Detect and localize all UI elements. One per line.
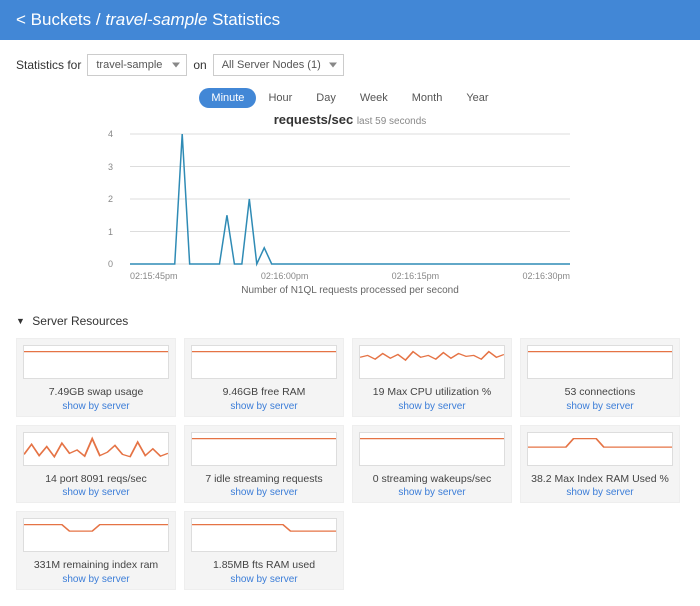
chevron-left-icon: < [16,10,26,29]
x-tick: 02:15:45pm [130,271,178,281]
on-label: on [193,58,206,72]
time-tab-minute[interactable]: Minute [199,88,256,108]
nodes-select-value: All Server Nodes (1) [222,59,321,71]
chevron-down-icon [172,63,180,68]
show-by-server-link[interactable]: show by server [23,401,169,412]
time-tab-year[interactable]: Year [454,88,500,108]
chart-title-sub: last 59 seconds [357,116,427,127]
resource-card[interactable]: 7.49GB swap usage show by server [16,338,176,417]
sparkline [191,432,337,466]
resource-card[interactable]: 38.2 Max Index RAM Used %show by server [520,425,680,504]
card-label: 0 streaming wakeups/sec [359,473,505,486]
show-by-server-link[interactable]: show by server [191,487,337,498]
chart-subcaption: Number of N1QL requests processed per se… [0,285,700,296]
card-label: 38.2 Max Index RAM Used % [527,473,673,486]
y-tick: 0 [108,259,113,269]
time-range-tabs: MinuteHourDayWeekMonthYear [0,88,700,108]
show-by-server-link[interactable]: show by server [359,487,505,498]
sparkline [527,345,673,379]
controls-row: Statistics for travel-sample on All Serv… [0,40,700,82]
show-by-server-link[interactable]: show by server [527,487,673,498]
y-tick: 1 [108,227,113,237]
stats-for-label: Statistics for [16,58,81,72]
sparkline [23,345,169,379]
x-tick: 02:16:30pm [522,271,570,281]
page-word: Statistics [212,10,280,29]
y-tick: 3 [108,162,113,172]
show-by-server-link[interactable]: show by server [191,574,337,585]
time-tab-day[interactable]: Day [304,88,348,108]
sparkline [23,432,169,466]
resource-card[interactable]: 53 connections show by server [520,338,680,417]
main-chart: 01234 02:15:45pm02:16:00pm02:16:15pm02:1… [120,129,580,279]
show-by-server-link[interactable]: show by server [191,401,337,412]
sparkline [23,518,169,552]
show-by-server-link[interactable]: show by server [23,574,169,585]
card-label: 9.46GB free RAM [191,386,337,399]
sparkline [359,432,505,466]
x-tick: 02:16:15pm [392,271,440,281]
resource-card[interactable]: 7 idle streaming requestsshow by server [184,425,344,504]
breadcrumb-sep: / [96,10,101,29]
show-by-server-link[interactable]: show by server [527,401,673,412]
bucket-select[interactable]: travel-sample [87,54,187,76]
chart-title-main: requests/sec [274,112,354,127]
bucket-select-value: travel-sample [96,59,162,71]
time-tab-week[interactable]: Week [348,88,400,108]
sparkline [191,345,337,379]
sparkline [191,518,337,552]
x-axis-ticks: 02:15:45pm 02:16:00pm 02:16:15pm 02:16:30pm [130,269,570,281]
card-label: 53 connections [527,386,673,399]
card-label: 7.49GB swap usage [23,386,169,399]
card-label: 14 port 8091 reqs/sec [23,473,169,486]
x-tick: 02:16:00pm [261,271,309,281]
chart-title: requests/sec last 59 seconds [0,112,700,127]
back-link[interactable]: < Buckets [16,10,96,29]
card-label: 7 idle streaming requests [191,473,337,486]
resource-card[interactable]: 0 streaming wakeups/secshow by server [352,425,512,504]
card-label: 1.85MB fts RAM used [191,559,337,572]
resource-card[interactable]: 331M remaining index ram show by server [16,511,176,590]
chart-svg [120,129,570,269]
chevron-down-icon [329,63,337,68]
show-by-server-link[interactable]: show by server [359,401,505,412]
sparkline [359,345,505,379]
nodes-select[interactable]: All Server Nodes (1) [213,54,344,76]
time-tab-hour[interactable]: Hour [256,88,304,108]
breadcrumb-header: < Buckets / travel-sample Statistics [0,0,700,40]
server-resources-toggle[interactable]: ▼ Server Resources [0,310,700,332]
resource-card[interactable]: 14 port 8091 reqs/secshow by server [16,425,176,504]
y-tick: 2 [108,194,113,204]
back-label: Buckets [31,10,91,29]
time-tab-month[interactable]: Month [400,88,455,108]
resource-cards: 7.49GB swap usageshow by server9.46GB fr… [0,332,700,606]
resource-card[interactable]: 9.46GB free RAM show by server [184,338,344,417]
triangle-down-icon: ▼ [16,316,25,326]
resource-card[interactable]: 1.85MB fts RAM used show by server [184,511,344,590]
sparkline [527,432,673,466]
server-resources-label: Server Resources [32,314,128,328]
bucket-name: travel-sample [105,10,207,29]
y-tick: 4 [108,129,113,139]
resource-card[interactable]: 19 Max CPU utilization % show by server [352,338,512,417]
card-label: 19 Max CPU utilization % [359,386,505,399]
card-label: 331M remaining index ram [23,559,169,572]
show-by-server-link[interactable]: show by server [23,487,169,498]
